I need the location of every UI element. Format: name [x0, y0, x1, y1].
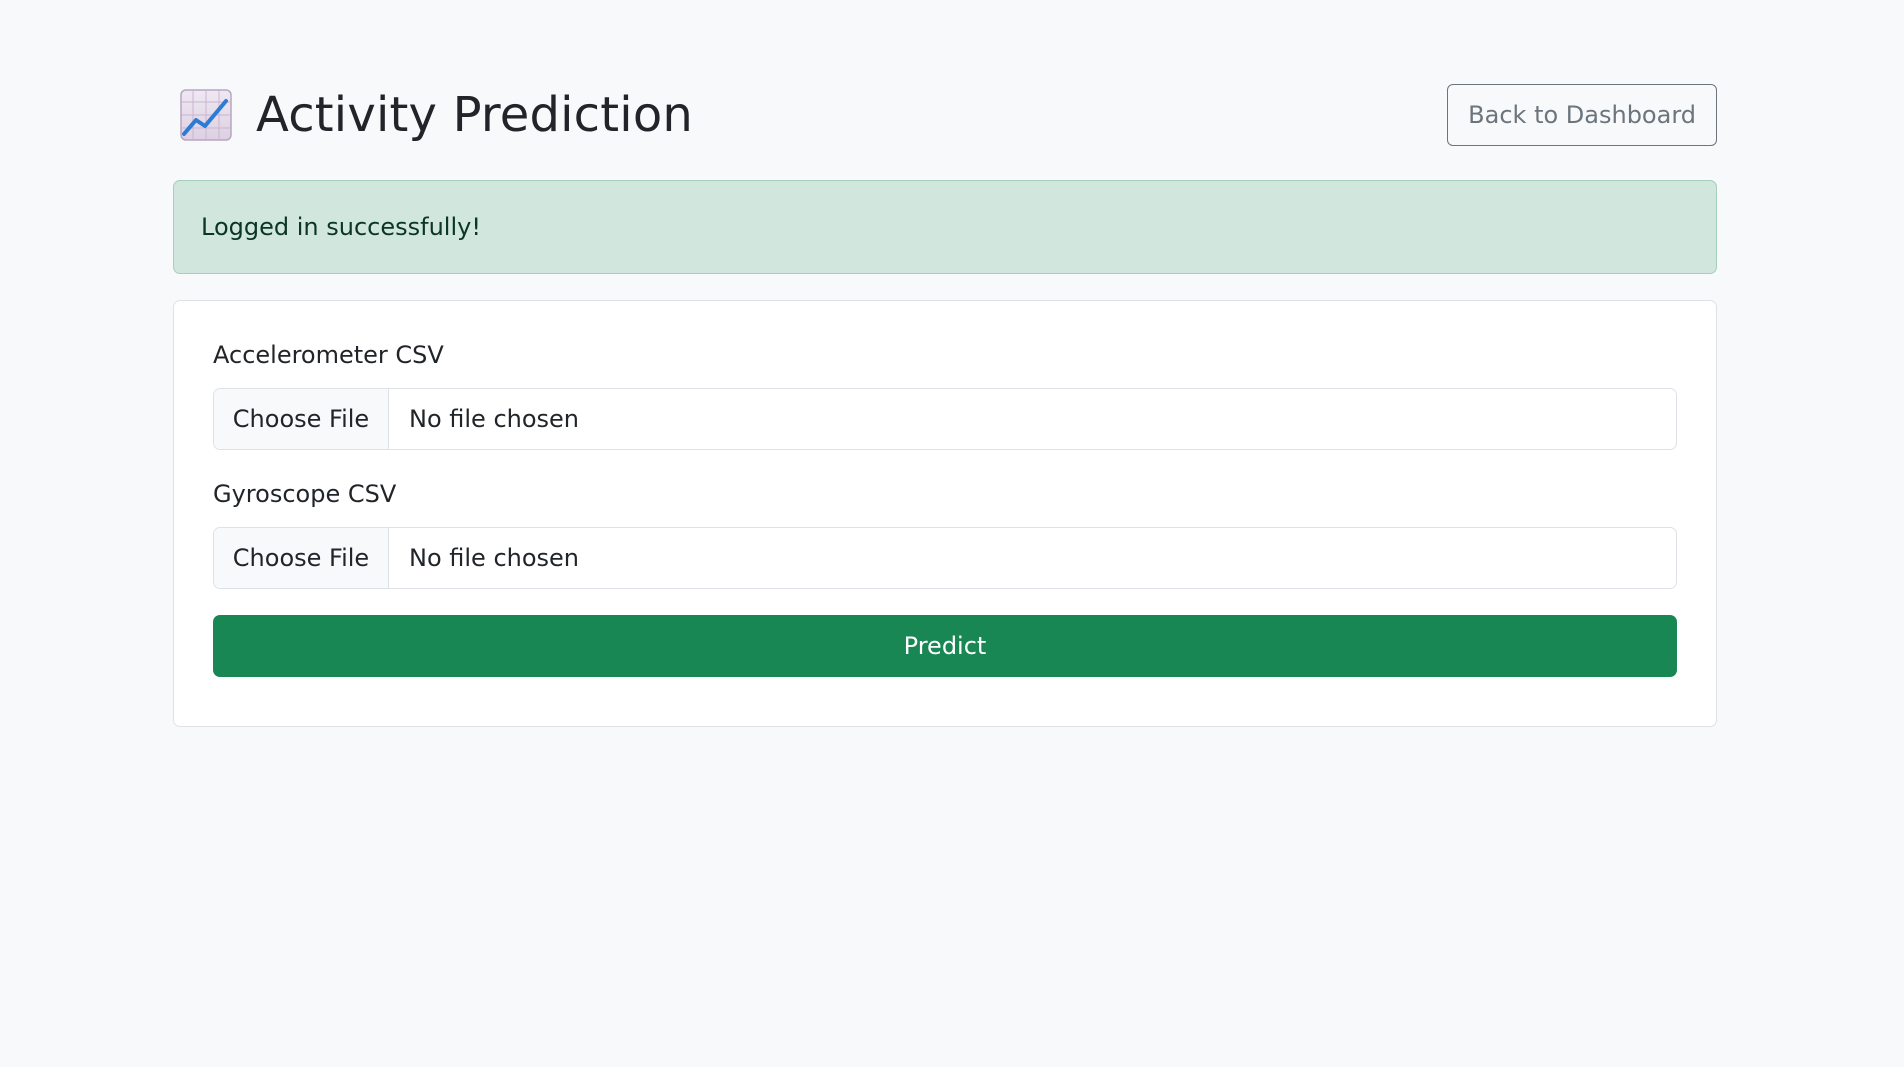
gyroscope-choose-file-button[interactable]: Choose File — [214, 527, 389, 588]
title-group: Activity Prediction — [180, 89, 693, 141]
prediction-form-card: Accelerometer CSV Choose File No file ch… — [173, 300, 1717, 727]
gyroscope-file-status: No file chosen — [409, 543, 580, 572]
success-alert: Logged in successfully! — [173, 180, 1717, 274]
accelerometer-choose-file-button[interactable]: Choose File — [214, 388, 389, 449]
gyroscope-label: Gyroscope CSV — [213, 479, 397, 508]
gyroscope-file-input[interactable]: Choose File No file chosen — [213, 526, 1677, 589]
page-container: Activity Prediction Back to Dashboard Lo… — [173, 84, 1717, 727]
chart-increasing-icon — [180, 89, 232, 141]
accelerometer-file-status: No file chosen — [409, 404, 580, 433]
page-title: Activity Prediction — [256, 87, 694, 143]
predict-button[interactable]: Predict — [213, 614, 1677, 677]
back-to-dashboard-button[interactable]: Back to Dashboard — [1447, 84, 1717, 146]
accelerometer-label: Accelerometer CSV — [213, 341, 444, 369]
alert-message: Logged in successfully! — [201, 213, 481, 241]
accelerometer-file-input[interactable]: Choose File No file chosen — [213, 387, 1677, 450]
page-header: Activity Prediction Back to Dashboard — [173, 84, 1717, 146]
